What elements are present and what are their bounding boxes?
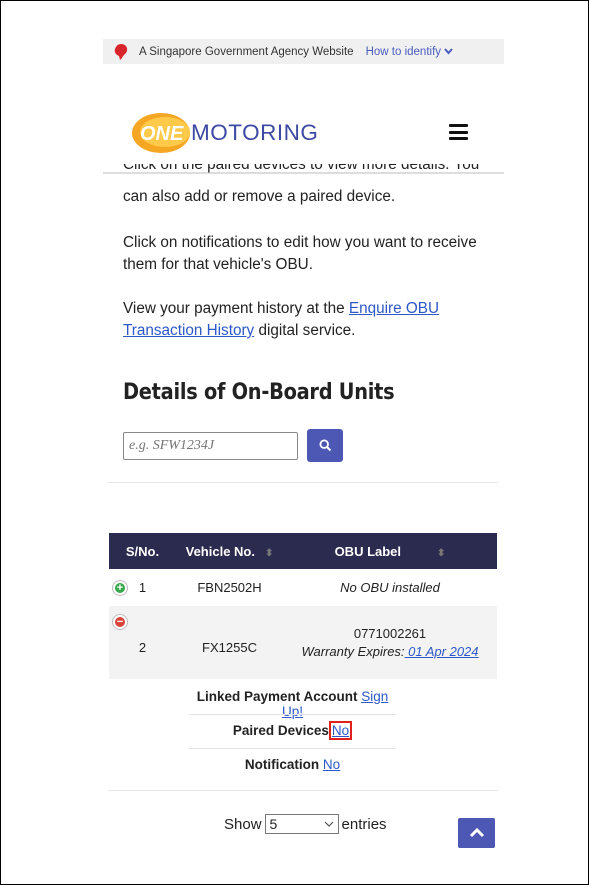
- expand-row-icon[interactable]: +: [113, 581, 127, 595]
- entries-select[interactable]: 5: [264, 814, 339, 834]
- table-row: 2 FX1255C 0771002261 Warranty Expires: 0…: [109, 606, 497, 679]
- sort-icon: ⬍: [264, 547, 274, 559]
- notification-row: Notification No: [189, 757, 396, 772]
- notification-label: Notification: [244, 757, 320, 772]
- singapore-lion-icon: [114, 43, 128, 60]
- intro-paragraph-3: View your payment history at the Enquire…: [123, 298, 503, 342]
- warranty-label: Warranty Expires:: [301, 643, 405, 659]
- detail-divider: [189, 714, 396, 715]
- collapse-row-icon[interactable]: −: [113, 615, 127, 629]
- intro-paragraph-3-suffix: digital service.: [254, 322, 356, 339]
- table-row: 1 FBN2502H No OBU installed: [109, 569, 497, 606]
- section-divider: [108, 482, 498, 483]
- how-to-identify-link[interactable]: How to identify: [366, 46, 453, 58]
- gov-banner: A Singapore Government Agency Website Ho…: [103, 39, 504, 64]
- linked-payment-label: Linked Payment Account: [196, 689, 358, 704]
- obu-label-value: 0771002261: [353, 625, 427, 641]
- entries-label: entries: [341, 815, 387, 833]
- paired-devices-link[interactable]: No: [328, 721, 353, 740]
- back-to-top-button[interactable]: [458, 818, 495, 848]
- cell-obu: No OBU installed: [283, 569, 497, 606]
- logo-motoring-text: MOTORING: [191, 120, 319, 145]
- sort-icon: ⬍: [437, 547, 446, 559]
- cell-vehicle: FBN2502H: [176, 569, 283, 606]
- site-header: ONE MOTORING: [103, 100, 504, 162]
- obu-table: S/No. Vehicle No. ⬍ OBU Label ⬍ 1 FBN2502H…: [109, 533, 497, 679]
- chevron-up-icon: [469, 828, 484, 838]
- chevron-down-icon: [324, 821, 333, 827]
- page-length-control: Show 5 entries: [224, 814, 387, 834]
- search-input[interactable]: [123, 432, 298, 460]
- clipped-intro-line: Click on the paired devices to view more…: [123, 164, 503, 182]
- header-obu-label[interactable]: OBU Label ⬍: [283, 533, 497, 569]
- chevron-down-icon: [444, 48, 453, 55]
- clipped-intro-text: Click on the paired devices to view more…: [123, 164, 480, 173]
- intro-paragraph-1: can also add or remove a paired device.: [123, 186, 503, 208]
- paired-devices-label: Paired Devices: [232, 723, 329, 738]
- warranty-date-link[interactable]: 01 Apr 2024: [405, 644, 478, 659]
- header-sno[interactable]: S/No.: [109, 533, 176, 569]
- header-vehicle-label: Vehicle No.: [185, 543, 255, 559]
- intro-paragraph-1-text: can also add or remove a paired device.: [123, 188, 396, 205]
- onemotoring-logo[interactable]: ONE MOTORING: [131, 110, 318, 156]
- how-to-identify-label: How to identify: [365, 45, 442, 58]
- intro-paragraph-2: Click on notifications to edit how you w…: [123, 232, 503, 276]
- intro-paragraph-3-prefix: View your payment history at the: [123, 300, 349, 317]
- header-sno-label: S/No.: [125, 543, 160, 559]
- cell-vehicle: FX1255C: [176, 606, 283, 679]
- paired-devices-row: Paired Devices No: [189, 721, 396, 740]
- entries-value: 5: [269, 816, 278, 832]
- search-icon: [318, 439, 331, 452]
- header-vehicle-no[interactable]: Vehicle No. ⬍: [176, 533, 283, 569]
- detail-divider: [189, 748, 396, 749]
- search-button[interactable]: [307, 429, 343, 462]
- header-obu-label-text: OBU Label: [334, 543, 402, 559]
- intro-paragraph-2-text: Click on notifications to edit how you w…: [123, 234, 477, 273]
- show-label: Show: [224, 815, 262, 833]
- section-divider: [108, 790, 498, 791]
- agency-text: A Singapore Government Agency Website: [139, 45, 354, 58]
- notification-link[interactable]: No: [323, 757, 340, 772]
- cell-obu: 0771002261 Warranty Expires: 01 Apr 2024: [283, 606, 497, 679]
- page-title: Details of On-Board Units: [123, 380, 395, 405]
- one-logo-mark: ONE: [131, 110, 197, 156]
- logo-one-text: ONE: [140, 123, 184, 145]
- menu-icon[interactable]: [449, 124, 468, 140]
